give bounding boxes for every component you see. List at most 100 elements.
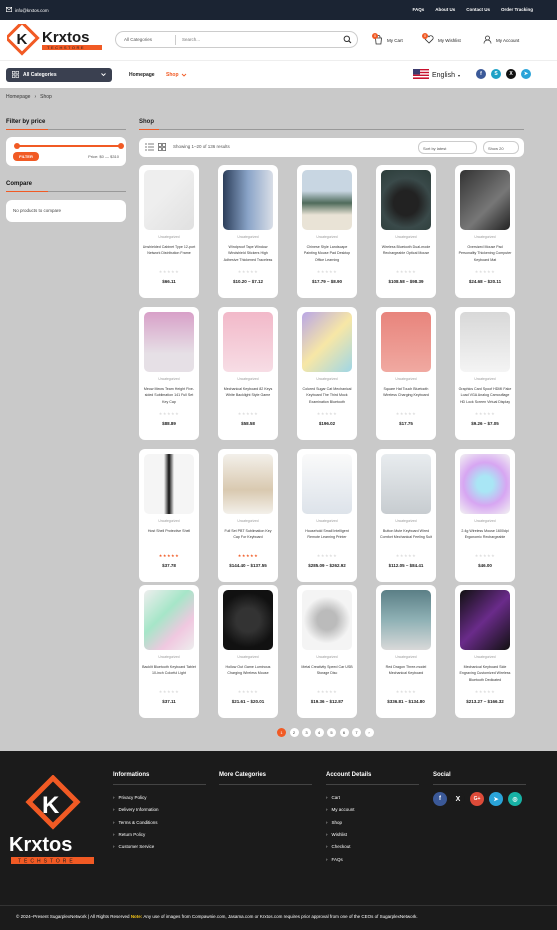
product-image[interactable] xyxy=(144,454,194,514)
facebook-icon[interactable]: f xyxy=(476,69,486,79)
product-card[interactable]: Uncategorized Button Mute Keyboard Wired … xyxy=(376,449,436,582)
product-category[interactable]: Uncategorized xyxy=(297,377,357,381)
telegram-icon[interactable]: ➤ xyxy=(489,792,503,806)
product-image[interactable] xyxy=(302,454,352,514)
product-title[interactable]: Hollow Out Game Luminous Charging Wirele… xyxy=(221,664,275,677)
footer-link[interactable]: › My account xyxy=(326,807,355,812)
product-image[interactable] xyxy=(302,590,352,650)
product-category[interactable]: Uncategorized xyxy=(297,235,357,239)
product-category[interactable]: Uncategorized xyxy=(139,655,199,659)
page-button[interactable]: 2 xyxy=(289,728,299,737)
product-category[interactable]: Uncategorized xyxy=(297,519,357,523)
product-image[interactable] xyxy=(381,170,431,230)
product-title[interactable]: Full Set PBT Sublimation Key Cap For Key… xyxy=(221,528,275,541)
top-link-contact[interactable]: Contact Us xyxy=(466,7,490,12)
product-image[interactable] xyxy=(144,590,194,650)
next-page-button[interactable]: › xyxy=(364,728,374,737)
product-card[interactable]: Uncategorized Unshielded Cabinet Type 12-… xyxy=(139,165,199,298)
price-slider-max-handle[interactable] xyxy=(118,143,124,149)
product-category[interactable]: Uncategorized xyxy=(139,519,199,523)
product-title[interactable]: Red Dragon Three-model Mechanical Keyboa… xyxy=(379,664,433,677)
product-image[interactable] xyxy=(381,312,431,372)
product-image[interactable] xyxy=(460,170,510,230)
search-input[interactable]: Search... xyxy=(182,37,200,42)
product-category[interactable]: Uncategorized xyxy=(376,377,436,381)
nav-homepage[interactable]: Homepage xyxy=(129,72,155,78)
product-category[interactable]: Uncategorized xyxy=(218,377,278,381)
product-image[interactable] xyxy=(460,312,510,372)
x-twitter-icon[interactable]: X xyxy=(506,69,516,79)
page-button[interactable]: 6 xyxy=(339,728,349,737)
product-category[interactable]: Uncategorized xyxy=(218,235,278,239)
sort-select[interactable]: Sort by latest xyxy=(418,141,477,154)
product-card[interactable]: Uncategorized Colored Sugar Cat Mechanica… xyxy=(297,307,357,440)
product-image[interactable] xyxy=(381,454,431,514)
product-title[interactable]: Wireless Bluetooth Dual-mode Rechargeabl… xyxy=(379,244,433,257)
product-title[interactable]: Backlit Bluetooth Keyboard Tablet 10-inc… xyxy=(142,664,196,677)
product-category[interactable]: Uncategorized xyxy=(376,655,436,659)
product-image[interactable] xyxy=(223,590,273,650)
product-category[interactable]: Uncategorized xyxy=(455,519,515,523)
show-count-select[interactable]: Show 20 xyxy=(483,141,519,154)
language-selector[interactable]: English ▾ xyxy=(413,69,460,81)
product-category[interactable]: Uncategorized xyxy=(139,377,199,381)
product-title[interactable]: Colored Sugar Cat Mechanical Keyboard Th… xyxy=(300,386,354,405)
product-title[interactable]: Host Shell Protective Shell xyxy=(142,528,196,534)
product-category[interactable]: Uncategorized xyxy=(455,235,515,239)
product-category[interactable]: Uncategorized xyxy=(376,235,436,239)
product-title[interactable]: Square Hat Touch Bluetooth Wireless Char… xyxy=(379,386,433,399)
account-button[interactable]: My Account xyxy=(483,30,519,50)
product-title[interactable]: Mechanical Keyboard 82 Keys White Backli… xyxy=(221,386,275,399)
telegram-icon[interactable]: ➤ xyxy=(521,69,531,79)
footer-link[interactable]: › Privacy Policy xyxy=(113,795,147,800)
search-category-select[interactable]: All Categories xyxy=(124,37,152,42)
product-card[interactable]: Uncategorized Mechanical Keyboard 82 Keys… xyxy=(218,307,278,440)
product-card[interactable]: Uncategorized Square Hat Touch Bluetooth … xyxy=(376,307,436,440)
all-categories-dropdown[interactable]: All Categories xyxy=(6,68,112,82)
product-image[interactable] xyxy=(381,590,431,650)
page-button[interactable]: 5 xyxy=(327,728,336,737)
product-card[interactable]: Uncategorized Full Set PBT Sublimation Ke… xyxy=(218,449,278,582)
product-title[interactable]: Windproof Tape Window Windshield Sticker… xyxy=(221,244,275,263)
product-card[interactable]: Uncategorized Chinese Style Landscape Pai… xyxy=(297,165,357,298)
page-button[interactable]: 3 xyxy=(302,728,311,737)
product-card[interactable]: Uncategorized Meow Meow Team Height Five-… xyxy=(139,307,199,440)
grid-view-icon[interactable] xyxy=(158,143,166,153)
product-title[interactable]: Mechanical Keyboard Side Engraving Custo… xyxy=(458,664,512,683)
product-title[interactable]: Meow Meow Team Height Five-sided Sublima… xyxy=(142,386,196,405)
product-card[interactable]: Uncategorized Metal Creativity Speed Car … xyxy=(297,585,357,718)
product-title[interactable]: Graphics Card Spoof HDMI Fake Load VGA A… xyxy=(458,386,512,405)
product-category[interactable]: Uncategorized xyxy=(455,655,515,659)
product-category[interactable]: Uncategorized xyxy=(297,655,357,659)
x-twitter-icon[interactable]: X xyxy=(451,792,465,806)
product-image[interactable] xyxy=(302,312,352,372)
product-card[interactable]: Uncategorized Windproof Tape Window Winds… xyxy=(218,165,278,298)
product-category[interactable]: Uncategorized xyxy=(376,519,436,523)
top-link-about[interactable]: About Us xyxy=(435,7,455,12)
product-image[interactable] xyxy=(460,454,510,514)
price-slider[interactable] xyxy=(14,143,124,149)
page-button[interactable]: 4 xyxy=(314,728,324,737)
product-title[interactable]: 2.4g Wireless Mouse 1600dpi Ergonomic Re… xyxy=(458,528,512,541)
footer-link[interactable]: › Customer Service xyxy=(113,844,154,849)
google-plus-icon[interactable]: G+ xyxy=(470,792,484,806)
search-icon[interactable] xyxy=(343,35,352,46)
top-link-order-tracking[interactable]: Order Tracking xyxy=(501,7,533,12)
footer-link[interactable]: › Terms & Conditions xyxy=(113,820,158,825)
breadcrumb-home[interactable]: Homepage xyxy=(6,94,30,100)
product-card[interactable]: Uncategorized Wireless Bluetooth Dual-mod… xyxy=(376,165,436,298)
filter-button[interactable]: FILTER xyxy=(13,152,39,161)
product-image[interactable] xyxy=(144,312,194,372)
product-card[interactable]: Uncategorized Oversized Mouse Pad Persona… xyxy=(455,165,515,298)
product-title[interactable]: Button Mute Keyboard Wired Comfort Mecha… xyxy=(379,528,433,541)
email-contact[interactable]: info@krxtos.com xyxy=(6,7,49,13)
page-button[interactable]: 1 xyxy=(277,728,286,737)
facebook-icon[interactable]: f xyxy=(433,792,447,806)
skype-icon[interactable]: S xyxy=(491,69,501,79)
instagram-icon[interactable]: ◎ xyxy=(508,792,522,806)
footer-link[interactable]: › Return Policy xyxy=(113,832,145,837)
nav-shop[interactable]: Shop xyxy=(166,72,187,80)
product-title[interactable]: Oversized Mouse Pad Personality Thickeni… xyxy=(458,244,512,263)
top-link-faqs[interactable]: FAQs xyxy=(412,7,424,12)
product-category[interactable]: Uncategorized xyxy=(455,377,515,381)
